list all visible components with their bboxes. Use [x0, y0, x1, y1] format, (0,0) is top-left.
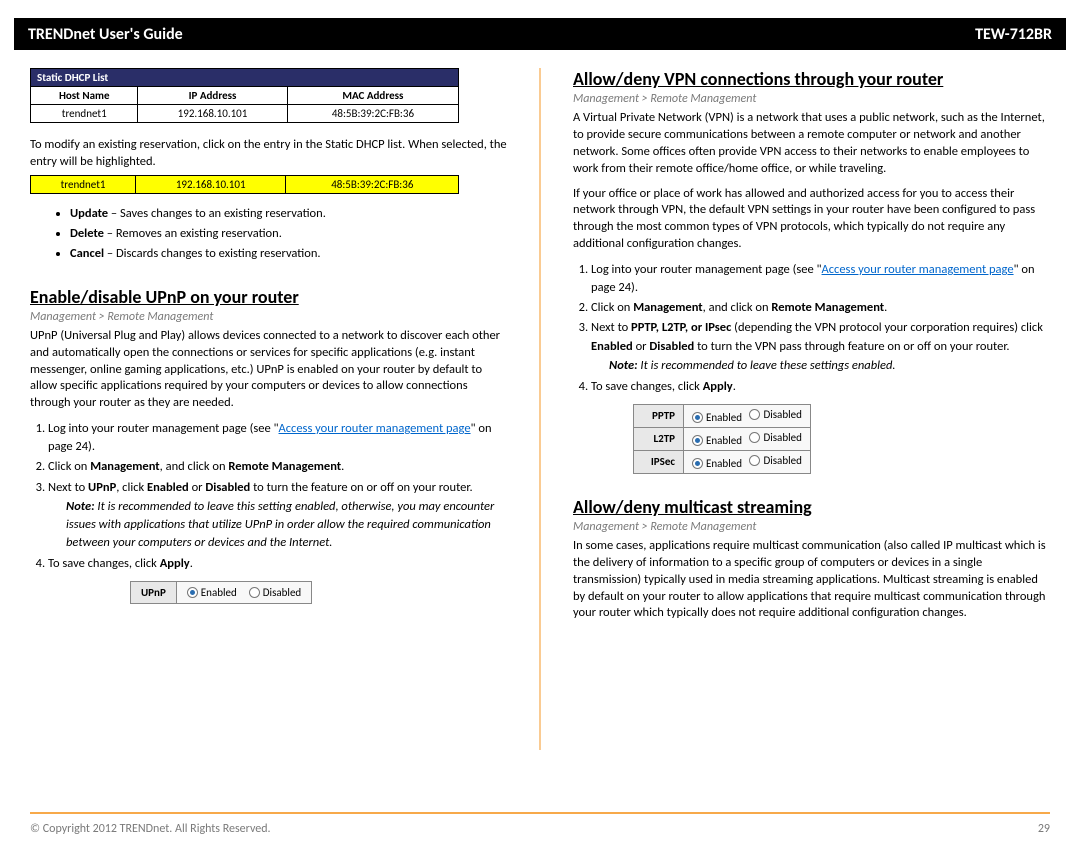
dhcp-header-host: Host Name [31, 87, 138, 105]
action-list: Update – Saves changes to an existing re… [70, 204, 507, 264]
list-item: Log into your router management page (se… [48, 420, 507, 456]
upnp-enabled-radio[interactable]: Enabled [187, 586, 237, 599]
table-row[interactable]: trendnet1 192.168.10.101 48:5B:39:2C:FB:… [31, 175, 459, 193]
static-dhcp-table: Static DHCP List Host Name IP Address MA… [30, 68, 459, 123]
list-item: Cancel – Discards changes to existing re… [70, 244, 507, 264]
dhcp-header-ip: IP Address [138, 87, 287, 105]
vpn-steps: Log into your router management page (se… [591, 261, 1050, 396]
router-mgmt-link[interactable]: Access your router management page [279, 421, 471, 436]
table-row: L2TP Enabled Disabled [634, 427, 811, 450]
list-item: Click on Management, and click on Remote… [48, 458, 507, 476]
section-multicast-heading: Allow/deny multicast streaming [573, 496, 1050, 518]
vpn-protocol-table: PPTP Enabled Disabled L2TP Enabled Disab… [633, 404, 811, 474]
list-item: Next to PPTP, L2TP, or IPsec (depending … [591, 319, 1050, 374]
left-column: Static DHCP List Host Name IP Address MA… [30, 68, 507, 750]
breadcrumb: Management > Remote Management [573, 92, 1050, 106]
upnp-body: UPnP (Universal Plug and Play) allows de… [30, 328, 507, 412]
l2tp-enabled-radio[interactable]: Enabled [692, 434, 742, 447]
header-bar: TRENDnet User's Guide TEW-712BR [14, 18, 1066, 50]
table-row[interactable]: trendnet1 192.168.10.101 48:5B:39:2C:FB:… [31, 105, 459, 123]
upnp-radio-row: UPnP Enabled Disabled [130, 581, 312, 604]
upnp-label: UPnP [131, 582, 177, 603]
multicast-body: In some cases, applications require mult… [573, 538, 1050, 622]
table-row: PPTP Enabled Disabled [634, 404, 811, 427]
list-item: To save changes, click Apply. [591, 378, 1050, 396]
vpn-note: Note: It is recommended to leave these s… [591, 357, 1050, 375]
list-item: Log into your router management page (se… [591, 261, 1050, 297]
section-vpn-heading: Allow/deny VPN connections through your … [573, 68, 1050, 90]
list-item: Next to UPnP, click Enabled or Disabled … [48, 479, 507, 553]
pptp-disabled-radio[interactable]: Disabled [749, 408, 801, 421]
column-divider [539, 68, 541, 750]
breadcrumb: Management > Remote Management [30, 310, 507, 324]
list-item: Update – Saves changes to an existing re… [70, 204, 507, 224]
ipsec-disabled-radio[interactable]: Disabled [749, 454, 801, 467]
list-item: Delete – Removes an existing reservation… [70, 224, 507, 244]
upnp-disabled-radio[interactable]: Disabled [249, 586, 301, 599]
modify-text: To modify an existing reservation, click… [30, 137, 507, 171]
l2tp-disabled-radio[interactable]: Disabled [749, 431, 801, 444]
header-title: TRENDnet User's Guide [28, 25, 183, 44]
vpn-body-2: If your office or place of work has allo… [573, 186, 1050, 254]
right-column: Allow/deny VPN connections through your … [573, 68, 1050, 750]
table-row: IPSec Enabled Disabled [634, 450, 811, 473]
highlighted-row-table: trendnet1 192.168.10.101 48:5B:39:2C:FB:… [30, 175, 459, 194]
section-upnp-heading: Enable/disable UPnP on your router [30, 286, 507, 308]
upnp-note: Note: It is recommended to leave this se… [48, 498, 507, 552]
pptp-enabled-radio[interactable]: Enabled [692, 411, 742, 424]
ipsec-enabled-radio[interactable]: Enabled [692, 457, 742, 470]
breadcrumb: Management > Remote Management [573, 520, 1050, 534]
upnp-steps: Log into your router management page (se… [48, 420, 507, 573]
list-item: Click on Management, and click on Remote… [591, 299, 1050, 317]
list-item: To save changes, click Apply. [48, 555, 507, 573]
router-mgmt-link[interactable]: Access your router management page [822, 262, 1014, 277]
header-model: TEW-712BR [975, 25, 1052, 44]
dhcp-title: Static DHCP List [31, 69, 459, 87]
vpn-body-1: A Virtual Private Network (VPN) is a net… [573, 110, 1050, 178]
footer: © Copyright 2012 TRENDnet. All Rights Re… [30, 812, 1050, 836]
dhcp-header-mac: MAC Address [287, 87, 459, 105]
